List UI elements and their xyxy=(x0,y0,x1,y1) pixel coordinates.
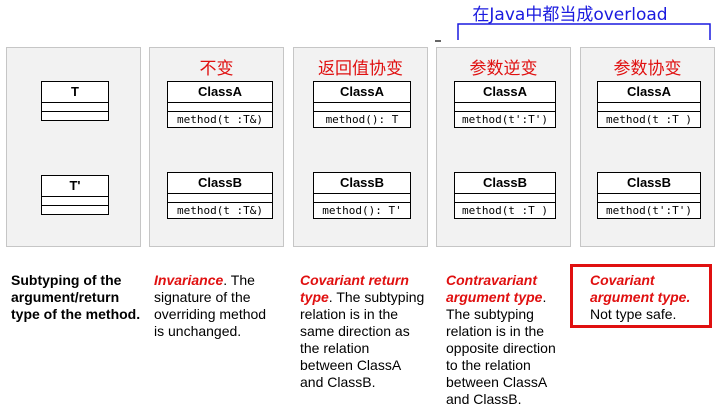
panel-title: 参数协变 xyxy=(613,59,682,79)
panel-title: 返回值协变 xyxy=(318,59,403,79)
class-name: ClassB xyxy=(598,173,700,194)
class-b: ClassB method(t :T ) xyxy=(454,172,556,219)
class-b: ClassB method(t :T&) xyxy=(167,172,273,219)
desc-term: Invariance xyxy=(154,272,224,288)
panel-covariant-argument: 参数协变 ClassA method(t :T ) ClassB method(… xyxy=(580,47,715,247)
class-method: method(): T' xyxy=(322,204,402,217)
desc-term: Contravariant argument type xyxy=(446,272,543,305)
class-name: ClassB xyxy=(455,173,555,194)
class-a: ClassA method(): T xyxy=(313,81,411,128)
desc-text: Not type safe. xyxy=(590,306,677,322)
class-name: ClassB xyxy=(168,173,272,194)
desc-contravariant-argument: Contravariant argument type. The subtypi… xyxy=(446,272,568,408)
desc-subtyping: Subtyping of the argument/return type of… xyxy=(11,272,141,323)
desc-covariant-return: Covariant return type. The subtyping rel… xyxy=(300,272,425,391)
class-name: ClassA xyxy=(455,82,555,103)
class-method: method(t':T') xyxy=(605,204,693,217)
class-T: T xyxy=(41,81,109,121)
desc-term: Covariant argument type. xyxy=(590,272,691,305)
class-a: ClassA method(t :T ) xyxy=(597,81,701,128)
class-name: ClassA xyxy=(598,82,700,103)
desc-text: . The subtyping relation is in the oppos… xyxy=(446,289,556,407)
class-method: method(t':T') xyxy=(461,113,549,126)
class-name: ClassA xyxy=(168,82,272,103)
class-method: method(t :T&) xyxy=(176,204,264,217)
class-method: method(t :T&) xyxy=(176,113,264,126)
panel-title: 参数逆变 xyxy=(469,59,538,79)
class-name: T xyxy=(42,82,108,103)
desc-invariance: Invariance. The signature of the overrid… xyxy=(154,272,279,340)
class-a: ClassA method(t :T&) xyxy=(167,81,273,128)
class-method: method(): T xyxy=(325,113,399,126)
class-name: ClassA xyxy=(314,82,410,103)
class-b: ClassB method(): T' xyxy=(313,172,411,219)
class-method: method(t :T ) xyxy=(605,113,693,126)
desc-text: Subtyping of the argument/return type of… xyxy=(11,272,141,322)
panel-covariant-return: 返回值协变 ClassA method(): T ClassB method()… xyxy=(293,47,428,247)
class-T-prime: T' xyxy=(41,175,109,215)
panel-subtyping: T T' xyxy=(6,47,141,247)
class-name: ClassB xyxy=(314,173,410,194)
class-name: T' xyxy=(42,176,108,197)
class-b: ClassB method(t':T') xyxy=(597,172,701,219)
desc-covariant-argument: Covariant argument type. Not type safe. xyxy=(590,272,708,323)
class-a: ClassA method(t':T') xyxy=(454,81,556,128)
class-method: method(t :T ) xyxy=(461,204,549,217)
overload-note: 在Java中都当成overload xyxy=(472,5,668,25)
panel-contravariant-argument: 参数逆变 ClassA method(t':T') ClassB method(… xyxy=(436,47,571,247)
overload-bracket xyxy=(457,23,711,40)
panel-title: 不变 xyxy=(199,59,234,79)
panel-invariance: 不变 ClassA method(t :T&) ClassB method(t … xyxy=(149,47,284,247)
